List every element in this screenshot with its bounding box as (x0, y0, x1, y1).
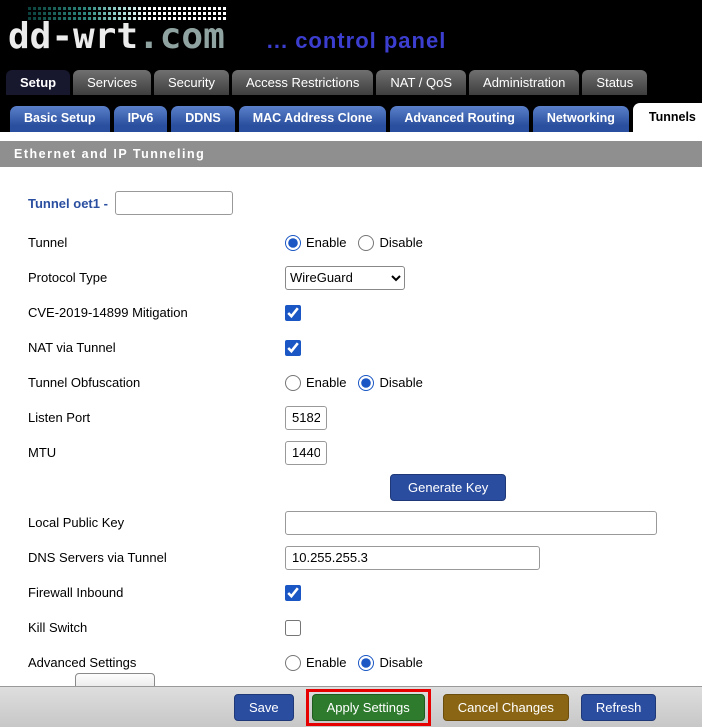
form-row-nat-via-tunnel: NAT via Tunnel (0, 330, 702, 365)
tunnel-disable-option[interactable]: Disable (358, 235, 422, 251)
form-row-protocol-type: Protocol Type WireGuard (0, 260, 702, 295)
subtab-ddns[interactable]: DDNS (171, 106, 234, 132)
tunnel-oet1-label: Tunnel oet1 - (28, 196, 108, 211)
subtab-ipv6[interactable]: IPv6 (114, 106, 168, 132)
advanced-radio-group: Enable Disable (285, 655, 423, 671)
tunnel-enable-option[interactable]: Enable (285, 235, 346, 251)
logo-suffix: .com (138, 16, 225, 57)
form-row-firewall-inbound: Firewall Inbound (0, 575, 702, 610)
form-row-tunnel-obfuscation: Tunnel Obfuscation Enable Disable (0, 365, 702, 400)
tunnel-obfuscation-label: Tunnel Obfuscation (28, 375, 285, 390)
logo: dd-wrt.com (8, 17, 225, 57)
nat-via-tunnel-label: NAT via Tunnel (28, 340, 285, 355)
cancel-changes-button[interactable]: Cancel Changes (443, 694, 569, 721)
mtu-label: MTU (28, 445, 285, 460)
obfuscation-enable-option[interactable]: Enable (285, 375, 346, 391)
tab-access-restrictions[interactable]: Access Restrictions (232, 70, 373, 95)
cve-mitigation-label: CVE-2019-14899 Mitigation (28, 305, 285, 320)
advanced-settings-label: Advanced Settings (28, 655, 285, 670)
section-title: Ethernet and IP Tunneling (14, 147, 205, 161)
section-header: Ethernet and IP Tunneling (0, 141, 702, 167)
advanced-disable-radio[interactable] (358, 655, 374, 671)
main-nav-tabs: Setup Services Security Access Restricti… (0, 66, 702, 95)
refresh-button[interactable]: Refresh (581, 694, 657, 721)
listen-port-input[interactable] (285, 406, 327, 430)
tunnel-disable-label: Disable (379, 235, 422, 250)
subtab-advanced-routing[interactable]: Advanced Routing (390, 106, 528, 132)
tunnel-enable-label: Enable (306, 235, 346, 250)
form-row-public-key: Local Public Key (0, 505, 702, 540)
advanced-disable-label: Disable (379, 655, 422, 670)
subtab-tunnels[interactable]: Tunnels (633, 103, 702, 132)
tunnel-label: Tunnel (28, 235, 285, 250)
apply-settings-highlight: Apply Settings (306, 689, 431, 726)
tab-status[interactable]: Status (582, 70, 647, 95)
form-row-cve-mitigation: CVE-2019-14899 Mitigation (0, 295, 702, 330)
nat-via-tunnel-checkbox[interactable] (285, 340, 301, 356)
form-row-dns-servers: DNS Servers via Tunnel (0, 540, 702, 575)
apply-settings-button[interactable]: Apply Settings (312, 694, 425, 721)
form-row-kill-switch: Kill Switch (0, 610, 702, 645)
save-button[interactable]: Save (234, 694, 294, 721)
obfuscation-disable-option[interactable]: Disable (358, 375, 422, 391)
kill-switch-label: Kill Switch (28, 620, 285, 635)
subtab-basic-setup[interactable]: Basic Setup (10, 106, 110, 132)
logo-line: dd-wrt.com ... control panel (8, 17, 446, 57)
firewall-inbound-label: Firewall Inbound (28, 585, 285, 600)
form-row-tunnel: Tunnel Enable Disable (0, 225, 702, 260)
form-row-mtu: MTU (0, 435, 702, 470)
tunnel-name-input[interactable] (115, 191, 233, 215)
form-row-listen-port: Listen Port (0, 400, 702, 435)
public-key-input[interactable] (285, 511, 657, 535)
subtab-networking[interactable]: Networking (533, 106, 629, 132)
dd-wrt-control-panel: dd-wrt.com ... control panel Setup Servi… (0, 0, 702, 727)
form-row-tunnel-name: Tunnel oet1 - (0, 181, 702, 225)
footer-action-bar: Save Apply Settings Cancel Changes Refre… (0, 686, 702, 727)
tab-security[interactable]: Security (154, 70, 229, 95)
advanced-enable-radio[interactable] (285, 655, 301, 671)
tab-services[interactable]: Services (73, 70, 151, 95)
mtu-input[interactable] (285, 441, 327, 465)
dns-servers-input[interactable] (285, 546, 540, 570)
subtab-mac-address-clone[interactable]: MAC Address Clone (239, 106, 387, 132)
tunnel-disable-radio[interactable] (358, 235, 374, 251)
protocol-type-label: Protocol Type (28, 270, 285, 285)
tagline: ... control panel (267, 28, 447, 54)
tunnel-form: Tunnel oet1 - Tunnel Enable Disable Prot… (0, 167, 702, 680)
tunnel-radio-group: Enable Disable (285, 235, 423, 251)
obfuscation-radio-group: Enable Disable (285, 375, 423, 391)
form-row-generate-key: Generate Key (0, 470, 702, 505)
firewall-inbound-checkbox[interactable] (285, 585, 301, 601)
tunnel-enable-radio[interactable] (285, 235, 301, 251)
obfuscation-disable-label: Disable (379, 375, 422, 390)
sub-nav-tabs: Basic Setup IPv6 DDNS MAC Address Clone … (0, 95, 702, 132)
tab-nat-qos[interactable]: NAT / QoS (376, 70, 466, 95)
advanced-disable-option[interactable]: Disable (358, 655, 422, 671)
logo-main: dd-wrt (8, 16, 138, 57)
dns-servers-label: DNS Servers via Tunnel (28, 550, 285, 565)
obfuscation-enable-radio[interactable] (285, 375, 301, 391)
kill-switch-checkbox[interactable] (285, 620, 301, 636)
tab-setup[interactable]: Setup (6, 70, 70, 95)
generate-key-button[interactable]: Generate Key (390, 474, 506, 501)
obfuscation-disable-radio[interactable] (358, 375, 374, 391)
public-key-label: Local Public Key (28, 515, 285, 530)
tab-administration[interactable]: Administration (469, 70, 579, 95)
header: dd-wrt.com ... control panel (0, 0, 702, 66)
obfuscation-enable-label: Enable (306, 375, 346, 390)
listen-port-label: Listen Port (28, 410, 285, 425)
advanced-enable-label: Enable (306, 655, 346, 670)
protocol-type-select[interactable]: WireGuard (285, 266, 405, 290)
advanced-enable-option[interactable]: Enable (285, 655, 346, 671)
cve-mitigation-checkbox[interactable] (285, 305, 301, 321)
